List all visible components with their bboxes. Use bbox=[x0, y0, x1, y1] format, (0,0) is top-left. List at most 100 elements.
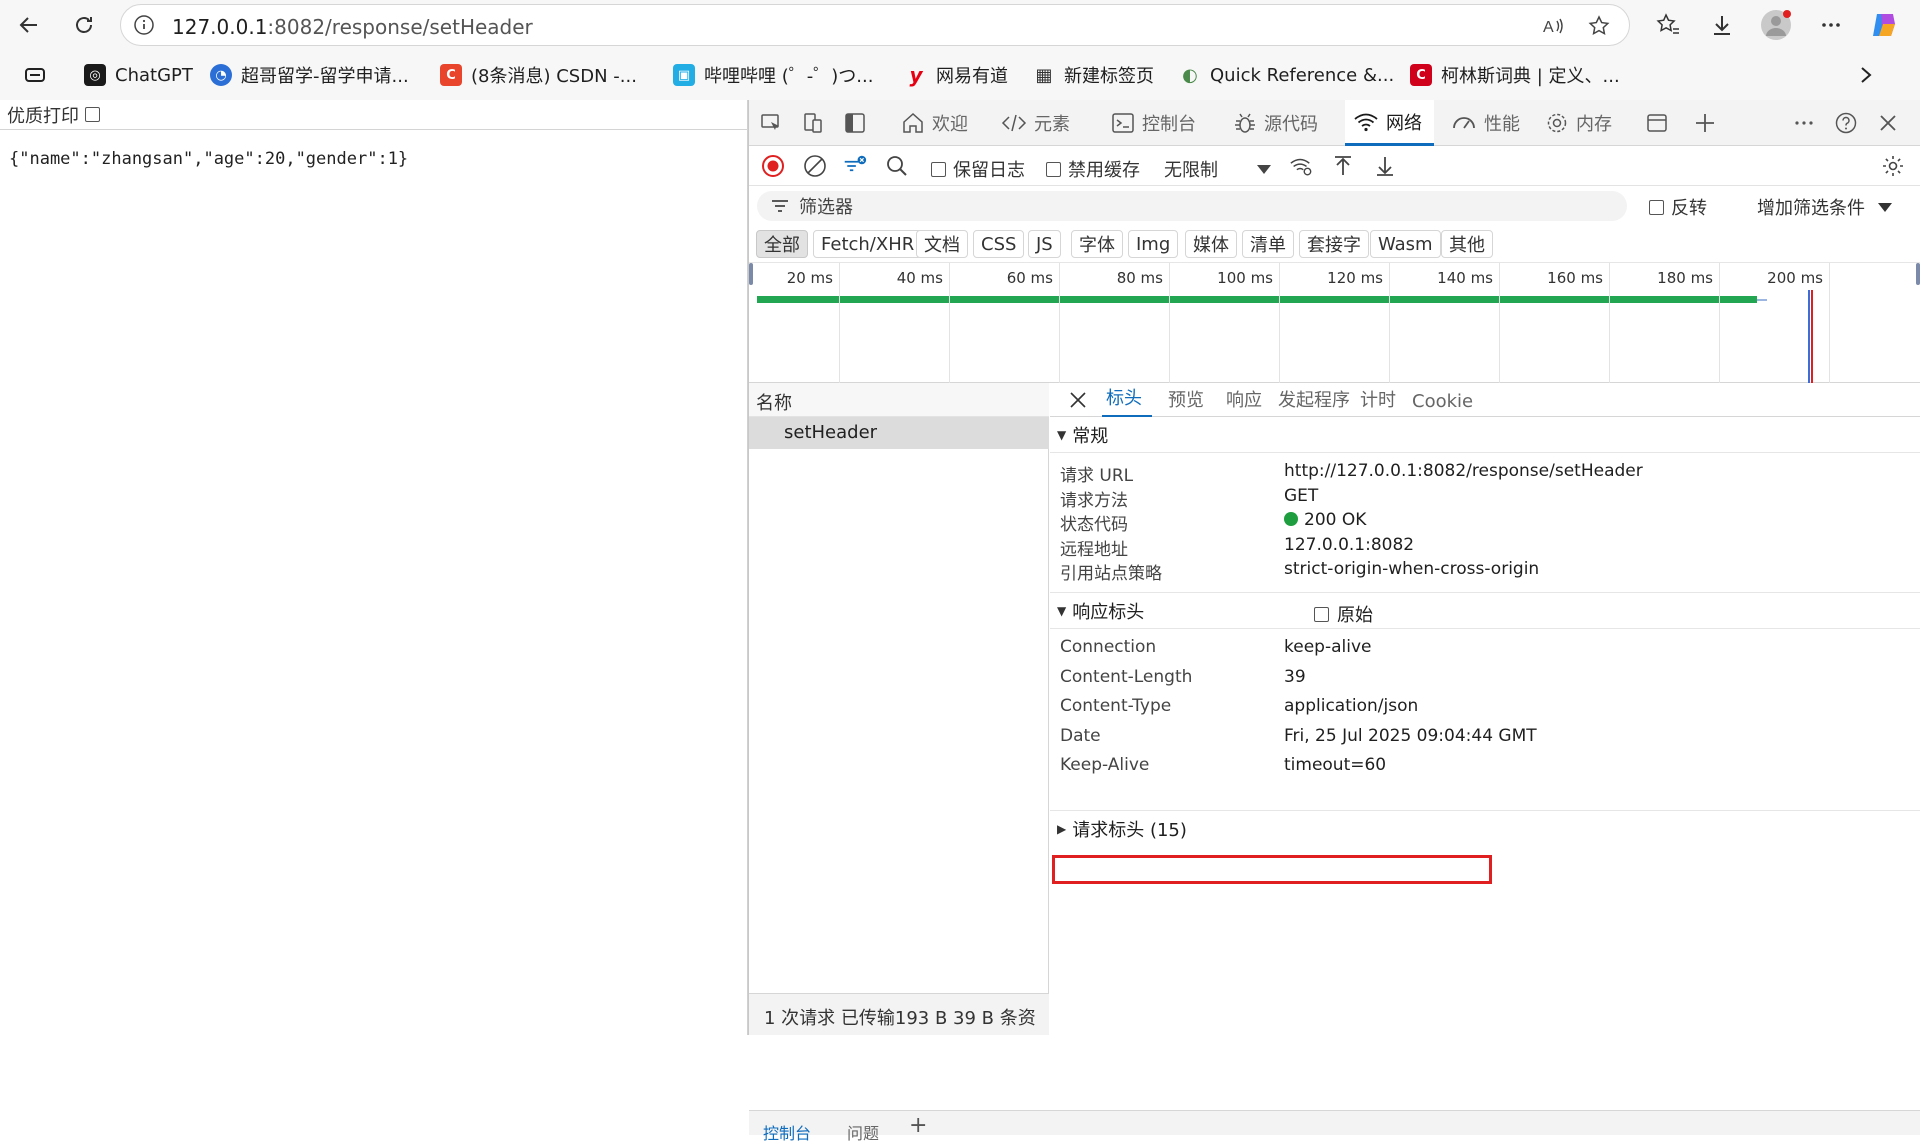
tab-sources[interactable]: 源代码 bbox=[1233, 100, 1318, 146]
type-filter-chip[interactable]: CSS bbox=[973, 230, 1025, 258]
type-filter-chip[interactable]: Wasm bbox=[1370, 230, 1441, 258]
clear-button[interactable] bbox=[803, 154, 827, 178]
timeline-right-handle[interactable] bbox=[1916, 263, 1920, 285]
bookmark-chaoge[interactable]: ◔ 超哥留学-留学申请... bbox=[210, 62, 409, 88]
pretty-print-label: 优质打印 bbox=[7, 105, 79, 127]
copilot-icon bbox=[1873, 14, 1895, 36]
tab-preview[interactable]: 预览 bbox=[1168, 383, 1204, 417]
more-menu-button[interactable] bbox=[1815, 9, 1847, 41]
header-key: 引用站点策略 bbox=[1060, 564, 1162, 584]
read-aloud-icon[interactable]: A bbox=[1541, 14, 1565, 38]
url-text[interactable]: 127.0.0.1:8082/response/setHeader bbox=[172, 15, 533, 39]
throttle-select[interactable]: 无限制 bbox=[1164, 156, 1272, 182]
tab-network[interactable]: 网络 bbox=[1345, 100, 1434, 146]
address-bar[interactable]: 127.0.0.1:8082/response/setHeader A bbox=[120, 4, 1630, 46]
filter-icon bbox=[772, 200, 788, 212]
bookmarks-overflow-button[interactable] bbox=[1858, 62, 1874, 88]
plus-icon bbox=[1696, 114, 1714, 132]
tab-timing[interactable]: 计时 bbox=[1360, 383, 1396, 417]
tab-cookies[interactable]: Cookie bbox=[1412, 383, 1473, 417]
more-tools-button[interactable] bbox=[1793, 100, 1815, 146]
application-panel-button[interactable] bbox=[1645, 100, 1669, 146]
reading-list-icon[interactable] bbox=[24, 62, 46, 88]
record-button[interactable] bbox=[761, 154, 785, 178]
disable-cache-checkbox[interactable] bbox=[1046, 161, 1061, 177]
favorites-button[interactable] bbox=[1652, 9, 1684, 41]
tab-welcome[interactable]: 欢迎 bbox=[901, 100, 968, 146]
filter-toggle-button[interactable] bbox=[843, 154, 867, 178]
preserve-log-option[interactable]: 保留日志 bbox=[931, 156, 1025, 182]
raw-option[interactable]: 原始 bbox=[1314, 601, 1373, 627]
raw-checkbox[interactable] bbox=[1314, 606, 1329, 622]
tab-elements[interactable]: 元素 bbox=[1001, 100, 1070, 146]
timeline-gridline bbox=[1059, 263, 1060, 384]
tab-response[interactable]: 响应 bbox=[1226, 383, 1262, 417]
type-filter-chip[interactable]: 全部 bbox=[756, 230, 808, 258]
more-filters-dropdown[interactable]: 增加筛选条件 bbox=[1757, 194, 1893, 220]
timeline-gridline bbox=[1609, 263, 1610, 384]
network-conditions-button[interactable] bbox=[1289, 154, 1313, 178]
device-emulation-button[interactable] bbox=[801, 100, 825, 146]
general-section-header[interactable]: ▼ 常规 bbox=[1050, 417, 1920, 453]
preserve-log-checkbox[interactable] bbox=[931, 161, 946, 177]
drawer-add-tab-button[interactable]: + bbox=[909, 1113, 927, 1138]
bookmark-quickref[interactable]: ◐ Quick Reference &... bbox=[1179, 62, 1394, 88]
close-detail-button[interactable] bbox=[1068, 383, 1088, 417]
type-filter-chip[interactable]: 清单 bbox=[1242, 230, 1294, 258]
invert-checkbox[interactable] bbox=[1649, 199, 1664, 215]
bookmark-csdn[interactable]: C (8条消息) CSDN -... bbox=[440, 62, 637, 88]
type-filter-chip[interactable]: Fetch/XHR bbox=[813, 230, 923, 258]
drawer-tab-issues[interactable]: 问题 bbox=[847, 1120, 879, 1144]
gear-icon bbox=[1883, 156, 1903, 176]
timeline-gridline bbox=[1389, 263, 1390, 384]
tab-headers[interactable]: 标头 bbox=[1102, 383, 1152, 417]
inspect-element-button[interactable] bbox=[759, 100, 783, 146]
help-button[interactable] bbox=[1834, 100, 1858, 146]
downloads-button[interactable] bbox=[1706, 9, 1738, 41]
bookmark-label: 网易有道 bbox=[936, 66, 1008, 87]
tab-console[interactable]: 控制台 bbox=[1111, 100, 1196, 146]
type-filter-chip[interactable]: 字体 bbox=[1071, 230, 1123, 258]
tab-memory[interactable]: 内存 bbox=[1545, 100, 1612, 146]
copilot-button[interactable] bbox=[1868, 9, 1900, 41]
network-settings-button[interactable] bbox=[1881, 154, 1905, 178]
add-tab-button[interactable] bbox=[1693, 100, 1717, 146]
profile-button[interactable] bbox=[1760, 9, 1792, 41]
type-filter-chip[interactable]: 媒体 bbox=[1185, 230, 1237, 258]
bookmark-youdao[interactable]: y 网易有道 bbox=[905, 62, 1008, 88]
reload-button[interactable] bbox=[68, 9, 100, 41]
import-har-button[interactable] bbox=[1331, 154, 1355, 178]
search-button[interactable] bbox=[885, 154, 909, 178]
close-devtools-button[interactable] bbox=[1877, 100, 1899, 146]
drawer-tab-console[interactable]: 控制台 bbox=[763, 1120, 811, 1144]
request-headers-header[interactable]: ▶ 请求标头 (15) bbox=[1050, 811, 1920, 847]
back-button[interactable] bbox=[13, 9, 45, 41]
type-filter-chip[interactable]: 其他 bbox=[1441, 230, 1493, 258]
response-headers-section: ▼ 响应标头 原始 Connection keep-alive Content-Le… bbox=[1050, 593, 1920, 793]
name-column-header[interactable]: 名称 bbox=[749, 383, 1049, 417]
header-key: Date bbox=[1060, 725, 1101, 746]
quickref-icon: ◐ bbox=[1182, 64, 1198, 86]
bookmark-newtab[interactable]: ▦ 新建标签页 bbox=[1033, 62, 1154, 88]
bookmark-collins[interactable]: C 柯林斯词典 | 定义、... bbox=[1410, 62, 1620, 88]
type-filter-chip[interactable]: 套接字 bbox=[1299, 230, 1369, 258]
pretty-print-checkbox[interactable] bbox=[85, 107, 100, 122]
site-info-icon[interactable] bbox=[133, 14, 155, 36]
tab-initiator[interactable]: 发起程序 bbox=[1278, 383, 1350, 417]
type-filter-chip[interactable]: Img bbox=[1128, 230, 1179, 258]
tab-performance[interactable]: 性能 bbox=[1451, 100, 1520, 146]
invert-option[interactable]: 反转 bbox=[1649, 194, 1707, 220]
type-filter-chip[interactable]: JS bbox=[1028, 230, 1061, 258]
header-key: 远程地址 bbox=[1060, 539, 1128, 560]
favorite-star-icon[interactable] bbox=[1587, 14, 1611, 38]
gear-icon bbox=[1547, 113, 1567, 133]
export-har-button[interactable] bbox=[1373, 154, 1397, 178]
bookmark-chatgpt[interactable]: ◎ ChatGPT bbox=[84, 62, 193, 88]
response-headers-header[interactable]: ▼ 响应标头 原始 bbox=[1050, 593, 1920, 629]
filter-input[interactable]: 筛选器 bbox=[757, 191, 1627, 221]
type-filter-chip[interactable]: 文档 bbox=[916, 230, 968, 258]
request-row[interactable]: setHeader bbox=[749, 417, 1049, 449]
dock-side-button[interactable] bbox=[843, 100, 867, 146]
disable-cache-option[interactable]: 禁用缓存 bbox=[1046, 156, 1140, 182]
bookmark-bilibili[interactable]: ▣ 哔哩哔哩 (゜-゜)つ... bbox=[673, 62, 873, 88]
